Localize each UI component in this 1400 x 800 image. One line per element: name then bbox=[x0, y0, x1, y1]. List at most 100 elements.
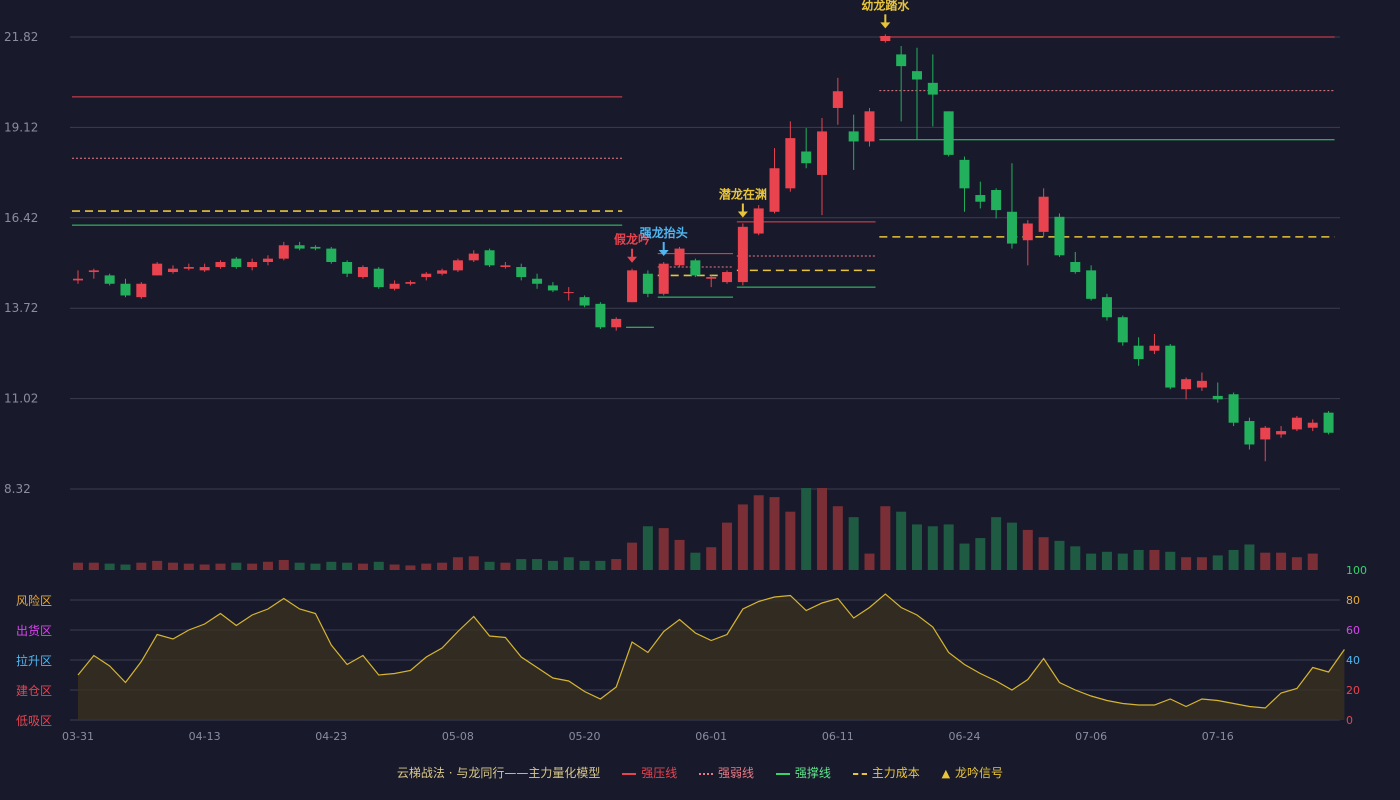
volume-bars bbox=[73, 488, 1318, 570]
candle-body bbox=[516, 267, 527, 278]
volume-bar bbox=[500, 562, 511, 570]
volume-bar bbox=[405, 565, 416, 570]
candle-body bbox=[199, 267, 210, 271]
candle-body bbox=[1149, 345, 1160, 351]
candle-body bbox=[278, 245, 289, 259]
candle-body bbox=[1006, 211, 1017, 244]
volume-bar bbox=[927, 526, 938, 570]
volume-bar bbox=[547, 560, 558, 570]
signal-arrow-icon bbox=[627, 256, 638, 263]
volume-bar bbox=[880, 506, 891, 570]
oscillator-panel: 0 20 40 60 80 100 风险区出货区拉升区建仓区低吸区 bbox=[16, 564, 1367, 728]
candle-body bbox=[1307, 422, 1318, 428]
legend-item-strong-weak[interactable]: 强弱线 bbox=[699, 764, 754, 781]
volume-bar bbox=[373, 561, 384, 570]
candle-body bbox=[706, 277, 717, 279]
candle-body bbox=[959, 159, 970, 189]
candle-body bbox=[880, 35, 891, 42]
volume-bar bbox=[1196, 557, 1207, 570]
volume-bar bbox=[991, 517, 1002, 570]
volume-bar bbox=[231, 562, 242, 570]
osc-zone-label: 低吸区 bbox=[16, 714, 52, 728]
volume-bar bbox=[199, 564, 210, 570]
candle-body bbox=[437, 270, 448, 274]
volume-bar bbox=[1054, 540, 1065, 570]
candle-body bbox=[927, 82, 938, 95]
volume-bar bbox=[1244, 544, 1255, 570]
volume-bar bbox=[247, 563, 258, 570]
legend-item-strong-support[interactable]: 强撑线 bbox=[775, 764, 831, 781]
volume-bar bbox=[532, 559, 543, 570]
candle-body bbox=[310, 246, 321, 249]
osc-tick-label: 0 bbox=[1346, 714, 1353, 727]
x-tick-label: 04-23 bbox=[315, 730, 347, 743]
volume-bar bbox=[516, 559, 527, 570]
candle-body bbox=[373, 268, 384, 288]
candle-body bbox=[627, 270, 638, 303]
volume-bar bbox=[88, 562, 99, 570]
candle-body bbox=[991, 190, 1002, 211]
osc-tick-label: 40 bbox=[1346, 654, 1360, 667]
level-lines bbox=[72, 36, 1335, 328]
candle-body bbox=[262, 258, 273, 262]
signal-label: 强龙抬头 bbox=[640, 225, 688, 240]
candle-body bbox=[1291, 417, 1302, 430]
candle-body bbox=[152, 263, 163, 276]
volume-bar bbox=[658, 528, 669, 570]
volume-bar bbox=[1307, 553, 1318, 570]
osc-zone-label: 拉升区 bbox=[16, 653, 52, 668]
candlesticks bbox=[73, 34, 1334, 462]
candle-body bbox=[452, 260, 463, 271]
candle-body bbox=[73, 278, 83, 281]
candle-body bbox=[342, 261, 353, 274]
legend-item-main-cost[interactable]: 主力成本 bbox=[852, 764, 920, 781]
x-tick-label: 06-11 bbox=[822, 730, 854, 743]
volume-bar bbox=[674, 539, 685, 570]
volume-bar bbox=[421, 563, 432, 570]
legend-item-dragon-signal[interactable]: ▲ 龙吟信号 bbox=[942, 764, 1003, 781]
price-tick-label: 13.72 bbox=[4, 301, 38, 315]
volume-bar bbox=[452, 557, 463, 570]
candle-body bbox=[642, 273, 653, 294]
candle-body bbox=[943, 111, 954, 155]
candle-body bbox=[104, 275, 115, 284]
volume-bar bbox=[848, 517, 859, 570]
chart-legend: 云梯战法 · 与龙同行——主力量化模型 强压线 强弱线 强撑线 主力成本 ▲ 龙吟… bbox=[0, 764, 1400, 781]
price-tick-label: 21.82 bbox=[4, 30, 38, 44]
volume-bar bbox=[611, 559, 622, 570]
volume-bar bbox=[896, 511, 907, 570]
volume-bar bbox=[468, 556, 479, 570]
candle-body bbox=[468, 253, 479, 261]
candle-body bbox=[1165, 345, 1176, 388]
volume-bar bbox=[642, 526, 653, 570]
signal-arrow-icon bbox=[737, 211, 748, 218]
candle-body bbox=[1181, 379, 1192, 390]
candle-body bbox=[405, 282, 416, 284]
candle-body bbox=[769, 168, 780, 212]
candle-body bbox=[484, 250, 495, 266]
volume-bar bbox=[357, 563, 368, 570]
signal-label: 潜龙在渊 bbox=[719, 186, 767, 201]
candle-body bbox=[1323, 412, 1334, 433]
candle-body bbox=[817, 131, 828, 175]
price-tick-label: 11.02 bbox=[4, 392, 38, 406]
candle-body bbox=[1070, 261, 1081, 273]
x-tick-label: 06-01 bbox=[695, 730, 727, 743]
osc-zone-label: 建仓区 bbox=[16, 684, 52, 698]
x-tick-label: 04-13 bbox=[189, 730, 221, 743]
volume-bar bbox=[1038, 537, 1049, 570]
volume-bar bbox=[706, 547, 717, 570]
x-tick-label: 07-16 bbox=[1202, 730, 1234, 743]
candle-body bbox=[1260, 427, 1271, 440]
candle-body bbox=[975, 195, 986, 202]
candle-body bbox=[183, 267, 194, 269]
candle-body bbox=[532, 278, 543, 284]
osc-tick-label: 60 bbox=[1346, 624, 1360, 637]
candle-body bbox=[1133, 345, 1144, 360]
volume-bar bbox=[1212, 555, 1223, 570]
candle-body bbox=[737, 226, 748, 283]
legend-item-strong-pressure[interactable]: 强压线 bbox=[622, 764, 677, 781]
volume-bar bbox=[1228, 549, 1239, 570]
volume-bar bbox=[120, 564, 131, 570]
candle-body bbox=[722, 272, 733, 283]
